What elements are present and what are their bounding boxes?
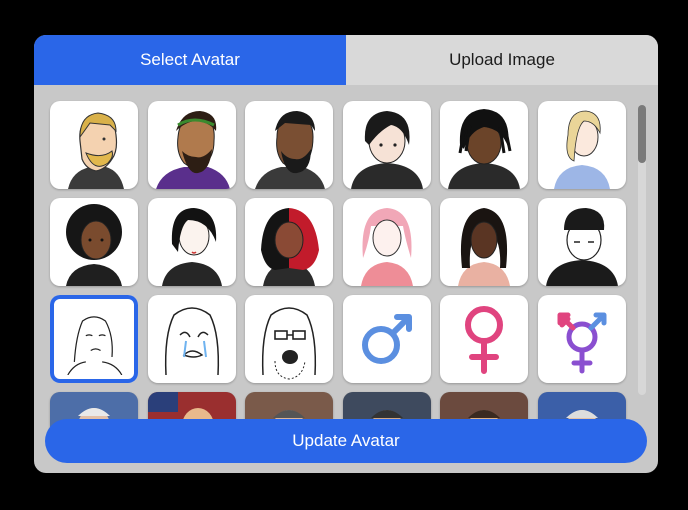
pink-hair-girl-avatar: [360, 208, 413, 286]
tab-select-avatar[interactable]: Select Avatar: [34, 35, 346, 85]
avatar-option-transgender-symbol[interactable]: [537, 295, 626, 383]
laurel-wreath-man-avatar: [155, 111, 230, 189]
braids-girl-avatar: [458, 208, 510, 286]
avatar-option-chad-blonde[interactable]: [50, 101, 138, 189]
avatar-option-soyjak[interactable]: [245, 295, 333, 383]
black-hair-hoodie-boy-avatar: [350, 111, 423, 189]
tab-bar: Select Avatar Upload Image: [34, 35, 658, 85]
avatar-grid: [50, 101, 626, 443]
avatar-option-beanie-wojak[interactable]: [537, 198, 626, 286]
transgender-symbol-icon: [557, 312, 606, 374]
soyjak-glasses-avatar: [261, 307, 317, 380]
avatar-option-laurel-philosopher[interactable]: [147, 101, 236, 189]
avatar-option-crying-wojak[interactable]: [147, 295, 236, 383]
wojak-avatar: [58, 303, 130, 375]
scrollbar-thumb[interactable]: [638, 105, 646, 163]
avatar-option-pink-hair-girl[interactable]: [342, 198, 431, 286]
avatar-option-emo-boy[interactable]: [342, 101, 431, 189]
update-avatar-button[interactable]: Update Avatar: [45, 419, 647, 463]
red-black-hair-girl-avatar: [261, 208, 319, 286]
avatar-option-female-symbol[interactable]: [440, 295, 528, 383]
avatar-option-red-black-hair-girl[interactable]: [245, 198, 333, 286]
female-symbol-icon: [465, 306, 503, 374]
avatar-dialog: Select Avatar Upload Image Update Avatar: [34, 35, 658, 473]
avatar-option-goth-girl[interactable]: [147, 198, 236, 286]
avatar-grid-area: [34, 85, 658, 443]
avatar-option-blonde-girl[interactable]: [537, 101, 626, 189]
avatar-option-afro-girl[interactable]: [50, 198, 138, 286]
beanie-wojak-avatar: [545, 208, 618, 286]
avatar-grid-scrollbar[interactable]: [638, 105, 646, 395]
bearded-dark-skin-man-avatar: [255, 111, 325, 189]
avatar-option-dreads-boy[interactable]: [440, 101, 528, 189]
avatar-option-bearded-dark[interactable]: [245, 101, 333, 189]
blonde-girl-blue-dress-avatar: [553, 110, 610, 189]
male-symbol-icon: [361, 314, 412, 364]
goth-girl-avatar: [161, 208, 222, 286]
afro-girl-avatar: [66, 204, 122, 286]
dreadlocks-hoodie-avatar: [448, 109, 520, 189]
crying-wojak-avatar: [164, 307, 219, 376]
avatar-option-braids-girl[interactable]: [440, 198, 528, 286]
tab-upload-image[interactable]: Upload Image: [346, 35, 658, 85]
blonde-bearded-man-avatar: [68, 112, 124, 189]
avatar-option-male-symbol[interactable]: [342, 295, 431, 383]
avatar-option-wojak[interactable]: [50, 295, 138, 383]
